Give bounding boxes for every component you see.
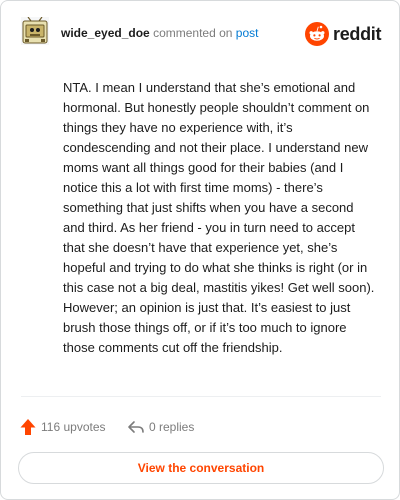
snoo-avatar-icon bbox=[22, 16, 48, 44]
post-link[interactable]: post bbox=[236, 26, 259, 40]
view-conversation-button[interactable]: View the conversation bbox=[18, 452, 384, 484]
comment-header: wide_eyed_doe commented on post reddit bbox=[21, 16, 383, 53]
reply-arrow-icon bbox=[128, 421, 144, 433]
comment-card: wide_eyed_doe commented on post reddit N… bbox=[0, 0, 400, 500]
reddit-wordmark: reddit bbox=[333, 24, 382, 44]
comment-actions: 116 upvotes 0 replies bbox=[19, 416, 379, 438]
upvote-count: 116 upvotes bbox=[41, 420, 106, 434]
upvote-button[interactable]: 116 upvotes bbox=[19, 416, 106, 438]
comment-body: NTA. I mean I understand that she’s emot… bbox=[63, 80, 375, 355]
reddit-brand[interactable]: reddit bbox=[305, 21, 383, 47]
avatar[interactable] bbox=[21, 16, 49, 45]
upvote-arrow-icon bbox=[20, 419, 36, 435]
username-link[interactable]: wide_eyed_doe bbox=[61, 26, 150, 40]
reply-button[interactable]: 0 replies bbox=[127, 416, 194, 438]
reply-count: 0 replies bbox=[149, 420, 195, 434]
divider bbox=[21, 396, 381, 397]
action-text: commented on bbox=[153, 26, 233, 40]
reddit-logo-icon bbox=[305, 22, 329, 46]
comment-meta: wide_eyed_doe commented on post bbox=[61, 26, 258, 40]
